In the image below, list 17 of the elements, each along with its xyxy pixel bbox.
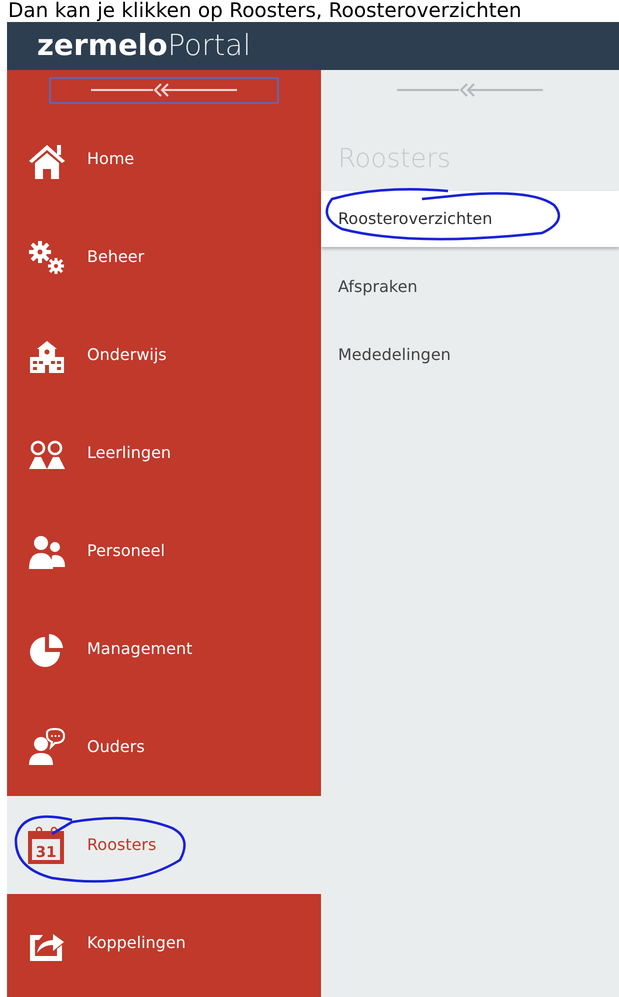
submenu-item[interactable]: Mededelingen	[321, 327, 619, 383]
sidebar-item[interactable]: Beheer	[7, 208, 321, 306]
person-speech-icon	[27, 727, 67, 767]
sidebar-item[interactable]: 31 Roosters	[7, 796, 321, 894]
sidebar-item[interactable]: Leerlingen	[7, 404, 321, 502]
submenu-item[interactable]: Roosteroverzichten	[321, 191, 619, 247]
sidebar-item[interactable]: Onderwijs	[7, 306, 321, 404]
sidebar-item[interactable]: Koppelingen	[7, 894, 321, 992]
submenu-item[interactable]: Afspraken	[321, 259, 619, 315]
sidebar-item[interactable]: Management	[7, 600, 321, 698]
app-logo: zermeloPortal	[37, 27, 251, 64]
caption-text: Dan kan je klikken op Roosters, Roosteroverzichten	[8, 0, 522, 20]
sidebar-item[interactable]: Ouders	[7, 698, 321, 796]
collapse-arrow-icon	[91, 83, 237, 97]
sidebar-item[interactable]: Personeel	[7, 502, 321, 600]
sidebar-item[interactable]: Home	[7, 110, 321, 208]
collapse-button[interactable]	[49, 76, 279, 104]
